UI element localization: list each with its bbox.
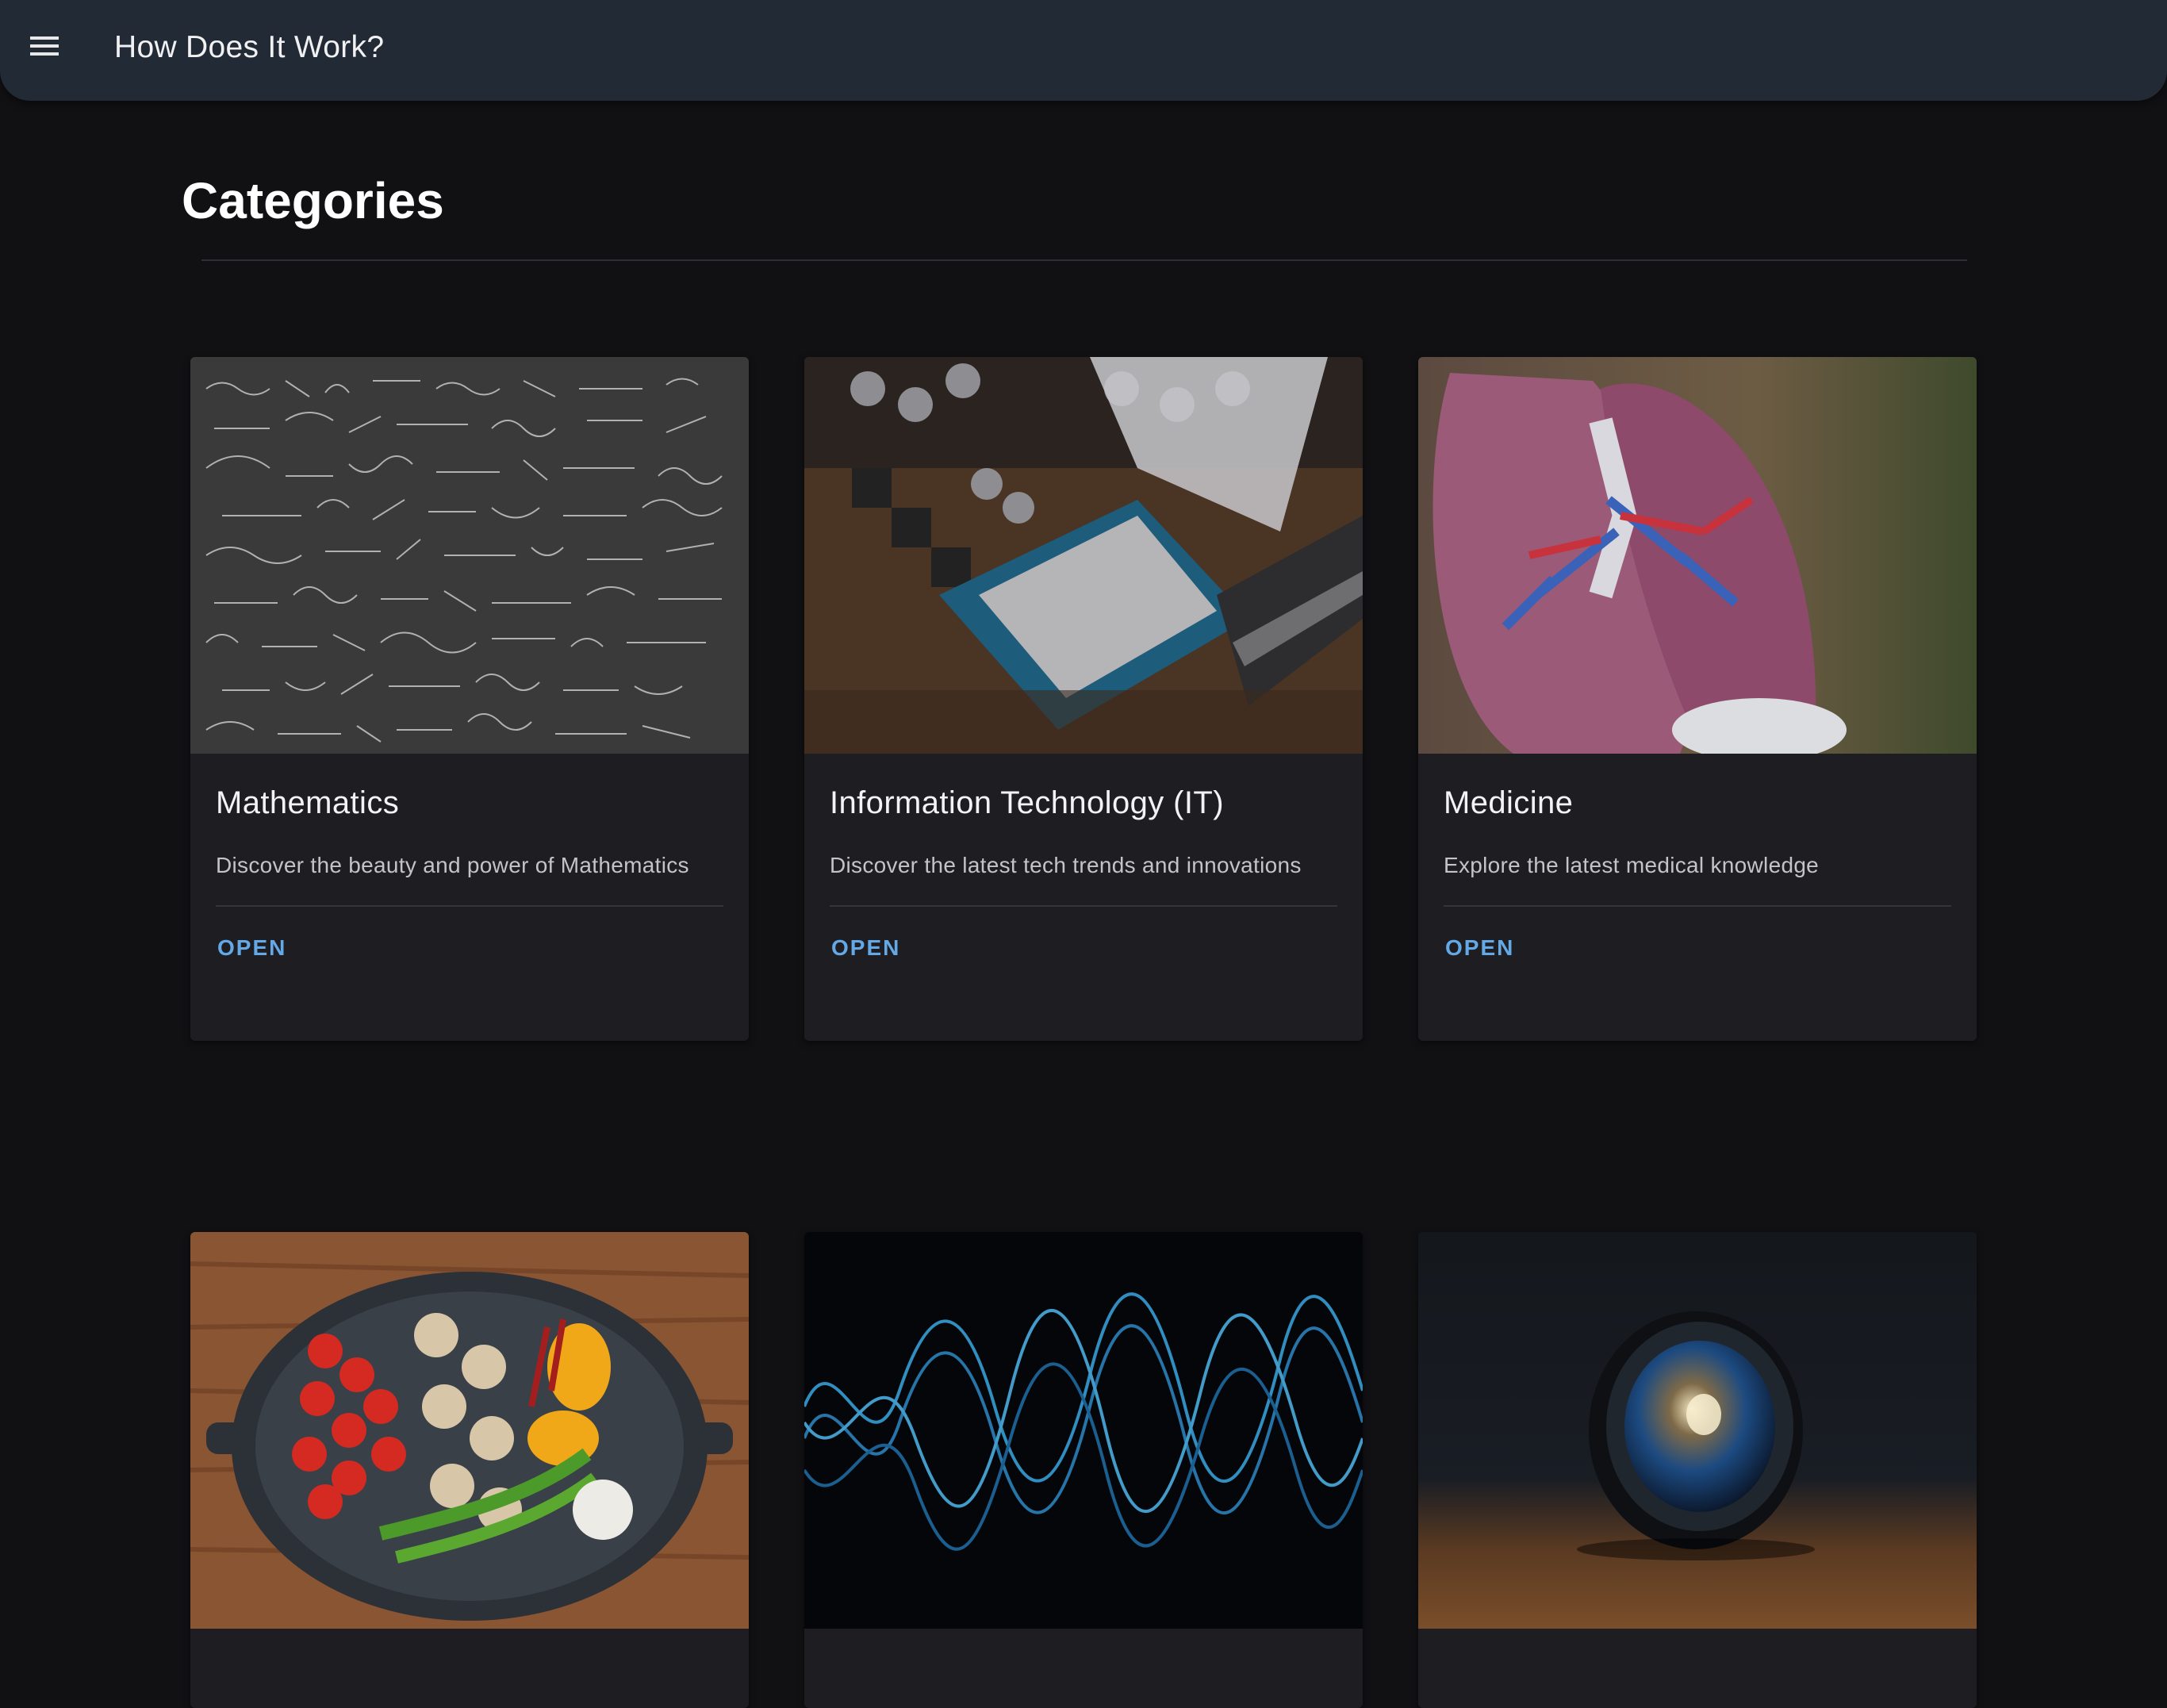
category-card-information-technology: Information Technology (IT) Discover the… bbox=[804, 357, 1363, 1041]
card-description: Explore the latest medical knowledge bbox=[1444, 853, 1820, 877]
card-divider bbox=[1444, 905, 1951, 907]
card-description: Discover the beauty and power of Mathema… bbox=[216, 853, 689, 877]
lung-model-image bbox=[1418, 357, 1977, 754]
card-title: Medicine bbox=[1444, 785, 1574, 820]
category-card-physics bbox=[804, 1232, 1363, 1708]
app-title: How Does It Work? bbox=[114, 30, 385, 64]
vegetables-pan-image bbox=[190, 1232, 749, 1629]
open-button[interactable]: OPEN bbox=[831, 932, 900, 964]
divider bbox=[201, 259, 1967, 261]
category-card-food bbox=[190, 1232, 749, 1708]
chalkboard-equations-image bbox=[190, 357, 749, 754]
menu-button[interactable] bbox=[19, 21, 70, 71]
card-divider bbox=[216, 905, 723, 907]
category-card-medicine: Medicine Explore the latest medical know… bbox=[1418, 357, 1977, 1041]
menu-icon bbox=[30, 36, 59, 56]
category-card-photography bbox=[1418, 1232, 1977, 1708]
blue-sound-wave-image bbox=[804, 1232, 1363, 1629]
app-bar: How Does It Work? bbox=[0, 0, 2167, 101]
open-button[interactable]: OPEN bbox=[1445, 932, 1514, 964]
page-title: Categories bbox=[182, 172, 444, 229]
camera-lens-image bbox=[1418, 1232, 1977, 1629]
card-title: Mathematics bbox=[216, 785, 400, 820]
cpu-motherboard-image bbox=[804, 357, 1363, 754]
card-description: Discover the latest tech trends and inno… bbox=[830, 853, 1302, 877]
category-card-mathematics: Mathematics Discover the beauty and powe… bbox=[190, 357, 749, 1041]
card-divider bbox=[830, 905, 1337, 907]
open-button[interactable]: OPEN bbox=[217, 932, 286, 964]
card-title: Information Technology (IT) bbox=[830, 785, 1224, 820]
